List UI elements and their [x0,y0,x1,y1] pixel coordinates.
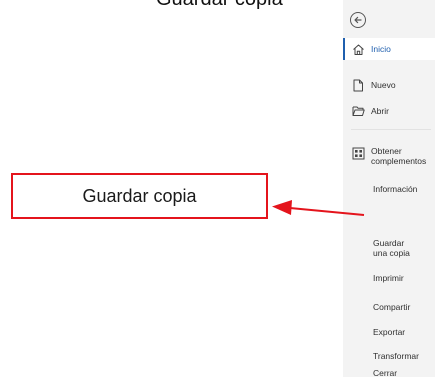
callout-arrow [272,200,365,216]
